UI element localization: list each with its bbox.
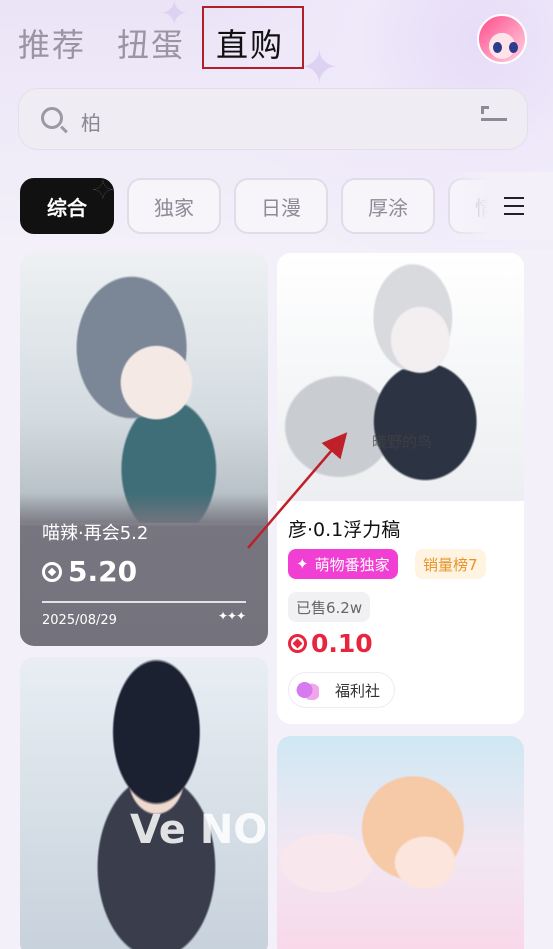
product-image: [20, 253, 268, 523]
coin-icon: [42, 561, 62, 582]
sparkle-icon: ✦✦✦: [218, 609, 246, 623]
shop-badge[interactable]: 福利社: [288, 672, 395, 708]
sold-count: 已售6.2w: [288, 592, 371, 622]
diamond-icon: ✦: [296, 555, 309, 573]
tab-recommend[interactable]: 推荐: [18, 20, 86, 66]
product-price: 0.10: [288, 629, 373, 658]
image-watermark: 曦野的鸟: [372, 433, 433, 451]
image-overlay-text: Ve NO: [130, 807, 268, 853]
product-image: [277, 253, 524, 501]
product-card[interactable]: Ve NO: [20, 657, 268, 949]
search-bar[interactable]: 柏: [18, 88, 528, 771]
product-title: 喵辣·再会5.2: [42, 523, 149, 544]
menu-icon[interactable]: [504, 197, 524, 221]
coin-icon: [288, 634, 307, 653]
category-exclusive[interactable]: 独家: [127, 178, 221, 234]
star-decoration-icon: ✦: [300, 40, 339, 94]
avatar-eye: [493, 42, 502, 53]
avatar[interactable]: [477, 14, 527, 64]
search-input[interactable]: 柏: [81, 107, 101, 136]
product-price-value: 0.10: [311, 629, 373, 658]
product-card[interactable]: [277, 736, 524, 949]
chip-fade: [446, 172, 553, 240]
category-japanese-manga[interactable]: 日漫: [234, 178, 328, 234]
category-thick-paint[interactable]: 厚涂: [341, 178, 435, 234]
shop-logo-icon: [295, 680, 319, 700]
product-date: 2025/08/29: [42, 613, 117, 628]
tab-gacha[interactable]: 扭蛋: [117, 20, 185, 66]
product-price: 5.20: [42, 555, 137, 588]
product-card[interactable]: 喵辣·再会5.2 5.20 2025/08/29 ✦✦✦: [20, 253, 268, 646]
shop-name: 福利社: [335, 681, 381, 700]
exclusive-tag: ✦ 萌物番独家: [288, 549, 398, 579]
product-title: 彦·0.1浮力稿: [288, 519, 401, 541]
search-icon: [41, 107, 63, 129]
avatar-eye: [509, 42, 518, 53]
product-card[interactable]: 曦野的鸟 彦·0.1浮力稿 ✦ 萌物番独家 销量榜7 已售6.2w 0.10 福…: [277, 253, 524, 724]
tab-highlight-box: [202, 6, 304, 69]
sparkle-icon: ✦: [92, 176, 114, 206]
product-price-value: 5.20: [68, 555, 138, 588]
scan-icon[interactable]: [481, 106, 507, 771]
divider: [42, 601, 246, 603]
exclusive-tag-label: 萌物番独家: [314, 555, 390, 574]
ranking-tag: 销量榜7: [415, 549, 486, 579]
